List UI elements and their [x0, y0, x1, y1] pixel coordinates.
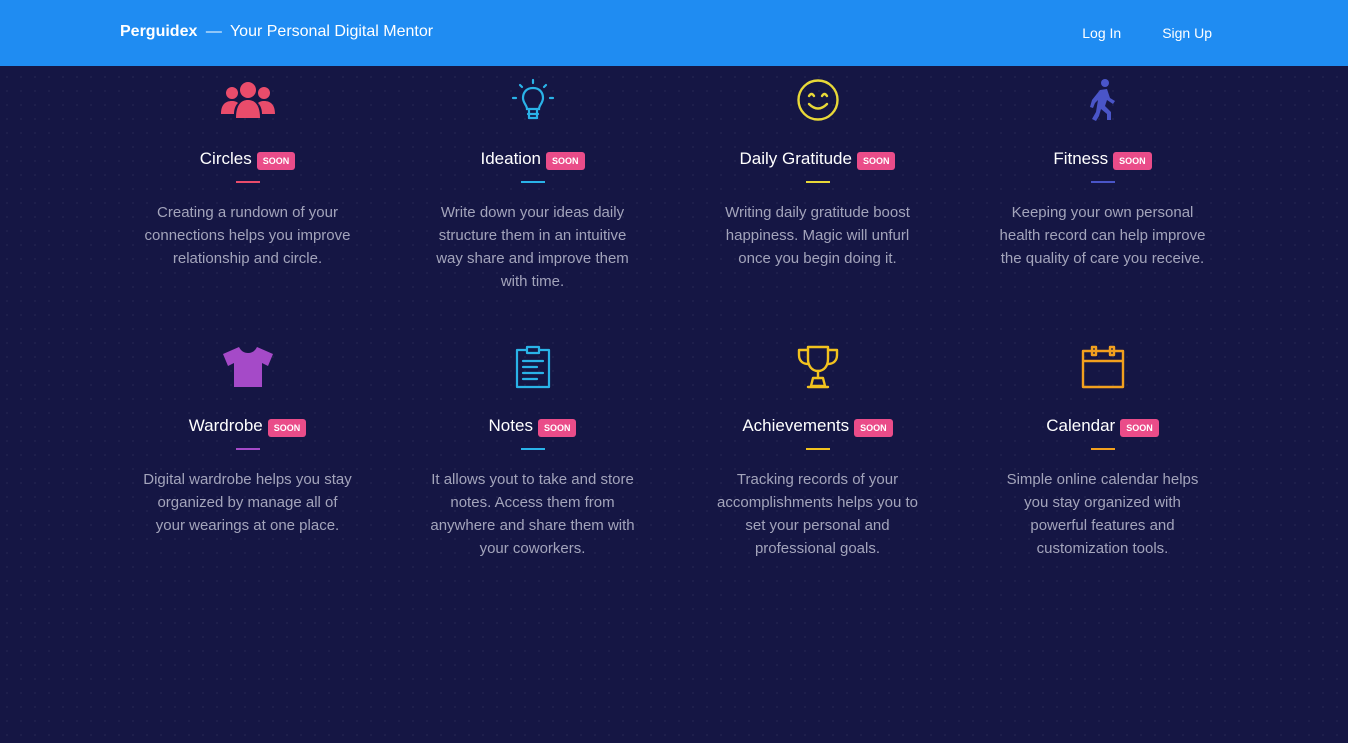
soon-badge: SOON [267, 419, 307, 437]
login-link[interactable]: Log In [1082, 25, 1121, 41]
feature-title: Calendar [1046, 416, 1116, 435]
feature-divider [235, 181, 260, 183]
feature-divider [805, 181, 830, 183]
feature-description: It allows yout to take and store notes. … [430, 471, 635, 557]
lightbulb-icon [505, 78, 561, 122]
soon-badge: SOON [545, 152, 585, 170]
feature-description: Creating a rundown of your connections h… [144, 204, 351, 267]
feature-description: Simple online calendar helps you stay or… [1006, 471, 1199, 557]
feature-card-daily-gratitude: Daily Gratitude SOON Writing daily grati… [675, 78, 960, 345]
feature-title-line: Notes SOON [489, 415, 577, 437]
users-icon [220, 78, 276, 122]
feature-title-line: Daily Gratitude SOON [740, 148, 896, 170]
feature-title-line: Ideation SOON [480, 148, 585, 170]
feature-card-ideation: Ideation SOON Write down your ideas dail… [390, 78, 675, 345]
feature-divider [235, 448, 260, 450]
soon-badge: SOON [537, 419, 577, 437]
feature-title: Achievements [742, 416, 850, 435]
calendar-icon [1075, 345, 1131, 389]
feature-card-notes: Notes SOON It allows yout to take and st… [390, 345, 675, 612]
soon-badge: SOON [854, 419, 893, 437]
soon-badge: SOON [856, 152, 896, 170]
feature-card-wardrobe: Wardrobe SOON Digital wardrobe helps you… [105, 345, 390, 612]
feature-title-line: Circles SOON [199, 148, 296, 170]
feature-description: Keeping your own personal health record … [999, 204, 1206, 267]
feature-description: Write down your ideas daily structure th… [436, 204, 629, 290]
brand-tagline: Your Personal Digital Mentor [229, 23, 434, 40]
soon-badge: SOON [256, 152, 296, 170]
navbar: Perguidex — Your Personal Digital Mentor… [0, 0, 1348, 66]
nav-links: Log In Sign Up [1082, 25, 1212, 41]
feature-divider [520, 181, 545, 183]
feature-description: Tracking records of your accomplishments… [717, 471, 918, 557]
feature-card-calendar: Calendar SOON Simple online calendar hel… [960, 345, 1245, 612]
feature-card-circles: Circles SOON Creating a rundown of your … [105, 78, 390, 345]
walking-icon [1075, 78, 1131, 122]
tshirt-icon [220, 345, 276, 389]
feature-divider [520, 448, 545, 450]
feature-divider [1090, 181, 1115, 183]
feature-title-line: Fitness SOON [1053, 148, 1152, 170]
features-row: Circles SOON Creating a rundown of your … [105, 78, 1245, 345]
trophy-icon [790, 345, 846, 389]
feature-title: Circles [199, 149, 252, 168]
feature-title-line: Calendar SOON [1046, 415, 1159, 437]
brand[interactable]: Perguidex — Your Personal Digital Mentor [120, 23, 433, 41]
feature-description: Writing daily gratitude boost happiness.… [725, 204, 910, 267]
feature-description: Digital wardrobe helps you stay organize… [143, 471, 352, 534]
smile-icon [790, 78, 846, 122]
feature-card-fitness: Fitness SOON Keeping your own personal h… [960, 78, 1245, 345]
brand-name[interactable]: Perguidex [120, 23, 197, 40]
feature-title: Notes [488, 416, 533, 435]
soon-badge: SOON [1113, 152, 1152, 170]
feature-title-line: Wardrobe SOON [189, 415, 307, 437]
soon-badge: SOON [1120, 419, 1159, 437]
feature-card-achievements: Achievements SOON Tracking records of yo… [675, 345, 960, 612]
features-grid: Circles SOON Creating a rundown of your … [105, 78, 1245, 612]
feature-title: Daily Gratitude [739, 149, 852, 168]
feature-title: Wardrobe [188, 416, 263, 435]
feature-title: Ideation [480, 149, 541, 168]
signup-link[interactable]: Sign Up [1162, 25, 1212, 41]
feature-title: Fitness [1053, 149, 1109, 168]
feature-title-line: Achievements SOON [742, 415, 893, 437]
brand-separator: — [205, 23, 222, 40]
clipboard-icon [505, 345, 561, 389]
features-row: Wardrobe SOON Digital wardrobe helps you… [105, 345, 1245, 612]
feature-divider [805, 448, 830, 450]
feature-divider [1090, 448, 1115, 450]
